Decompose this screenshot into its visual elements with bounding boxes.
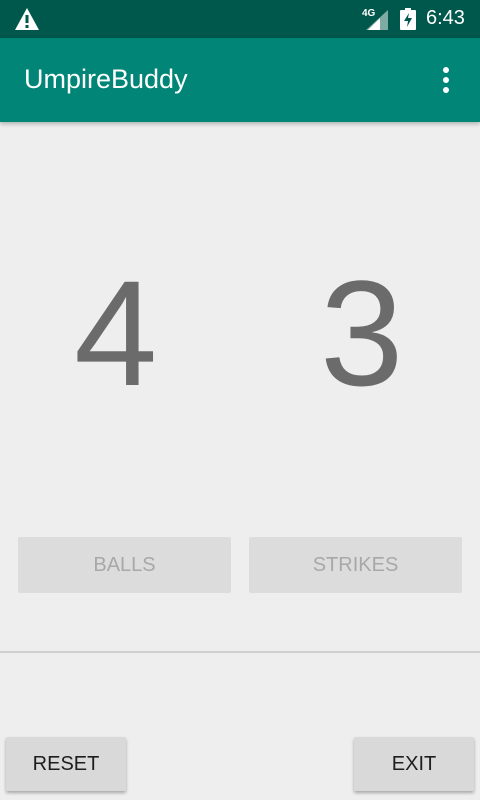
- more-vert-icon[interactable]: [434, 64, 458, 96]
- battery-charging-icon: [400, 8, 416, 30]
- strikes-button[interactable]: STRIKES: [249, 537, 462, 593]
- status-bar: 4G 6:43: [0, 0, 480, 38]
- exit-button[interactable]: EXIT: [354, 737, 474, 791]
- clock: 6:43: [426, 7, 465, 29]
- app-bar: UmpireBuddy: [0, 38, 480, 122]
- reset-button[interactable]: RESET: [6, 737, 126, 791]
- balls-count: 4: [74, 249, 158, 417]
- strikes-count: 3: [320, 249, 404, 417]
- balls-button[interactable]: BALLS: [18, 537, 231, 593]
- warning-icon: [15, 8, 39, 30]
- app-title: UmpireBuddy: [24, 64, 188, 94]
- signal-icon: [366, 10, 388, 30]
- divider: [0, 651, 480, 653]
